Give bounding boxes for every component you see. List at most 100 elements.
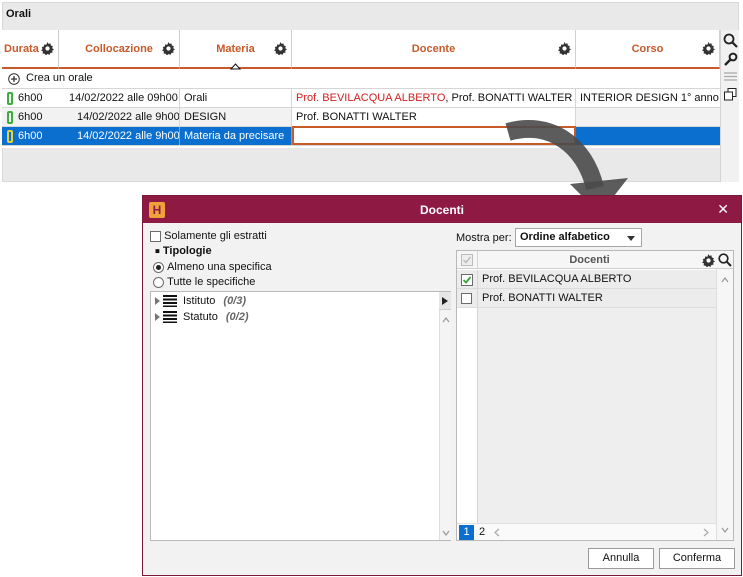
radio-button[interactable]	[153, 276, 164, 288]
scroll-up-icon[interactable]	[442, 317, 450, 323]
cell-corso: INTERIOR DESIGN 1° anno	[580, 92, 719, 104]
tree-item-count: (0/2)	[225, 311, 249, 323]
right-toolbar	[720, 30, 739, 182]
expand-arrow-icon[interactable]	[155, 313, 160, 322]
category-list-icon	[163, 295, 177, 308]
column-label: Collocazione	[85, 42, 153, 55]
checkbox-unchecked[interactable]	[461, 293, 472, 304]
column-header-docente[interactable]: Docente	[292, 30, 576, 69]
docente-name-other: , Prof. BONATTI WALTER	[445, 92, 573, 104]
sort-order-select[interactable]: Ordine alfabetico	[515, 228, 642, 247]
scroll-down-icon[interactable]	[721, 527, 729, 533]
gear-icon[interactable]	[41, 42, 54, 55]
scroll-right-icon[interactable]	[703, 528, 709, 537]
list-item[interactable]: Prof. BONATTI WALTER	[457, 289, 716, 308]
scroll-down-icon[interactable]	[442, 530, 450, 536]
checkbox-box[interactable]	[150, 230, 161, 242]
typology-tree: Istituto (0/3) Statuto (0/2)	[150, 291, 451, 541]
docenti-list: Docenti Prof. BEVILACQUA ALBERTO Prof. B…	[456, 250, 734, 541]
play-right-icon	[442, 297, 448, 305]
list-item-label: Prof. BONATTI WALTER	[477, 289, 716, 307]
show-by-label: Mostra per:	[456, 232, 512, 244]
confirm-button[interactable]: Conferma	[659, 548, 735, 569]
add-circle-icon[interactable]	[8, 73, 20, 85]
radio-almeno-una[interactable]: Almeno una specifica	[153, 261, 272, 273]
column-header-collocazione[interactable]: Collocazione	[59, 30, 180, 69]
tree-item-istituto[interactable]: Istituto (0/3)	[155, 293, 246, 309]
list-item-label: Prof. BEVILACQUA ALBERTO	[477, 270, 716, 288]
tree-item-count: (0/3)	[223, 295, 247, 307]
gear-icon[interactable]	[162, 42, 175, 55]
radio-button[interactable]	[153, 261, 164, 273]
gear-icon[interactable]	[274, 42, 287, 55]
list-header-label[interactable]: Docenti	[477, 251, 701, 269]
scroll-up-icon[interactable]	[721, 277, 729, 283]
only-extracted-checkbox[interactable]: Solamente gli estratti	[150, 230, 267, 242]
cell-durata: 6h00	[18, 92, 43, 104]
list-item[interactable]: Prof. BEVILACQUA ALBERTO	[457, 270, 716, 289]
column-label: Durata	[4, 42, 39, 55]
expand-panel-button[interactable]	[439, 292, 451, 310]
cell-docente: Prof. BEVILACQUA ALBERTO, Prof. BONATTI …	[292, 89, 576, 107]
cell-collocazione: 14/02/2022 alle 09h00	[59, 89, 180, 107]
checkbox-checked-icon[interactable]	[461, 274, 473, 286]
select-all-checkbox-icon[interactable]	[461, 254, 473, 266]
tree-item-statuto[interactable]: Statuto (0/2)	[155, 309, 248, 325]
dropdown-arrow-icon	[627, 236, 635, 241]
table-row[interactable]: 6h00 14/02/2022 alle 09h00 Orali Prof. B…	[2, 89, 720, 108]
create-orale-label: Crea un orale	[26, 72, 93, 84]
close-icon[interactable]: ✕	[717, 201, 729, 218]
list-scrollbar[interactable]	[716, 269, 733, 540]
list-header: Docenti	[457, 251, 733, 269]
column-header-durata[interactable]: Durata	[2, 30, 59, 69]
panel-title: Orali	[6, 8, 32, 20]
gear-icon[interactable]	[702, 42, 715, 55]
docente-name-highlighted: Prof. BEVILACQUA ALBERTO	[296, 92, 446, 104]
list-icon[interactable]	[724, 71, 737, 82]
bullet-icon: ■	[155, 246, 160, 256]
dialog-title: Docenti	[419, 203, 464, 217]
gear-icon[interactable]	[558, 42, 571, 55]
status-indicator-icon	[7, 111, 13, 124]
cell-durata: 6h00	[18, 130, 43, 142]
pagination: 1 2	[457, 523, 716, 540]
column-label: Docente	[411, 42, 456, 55]
cancel-button[interactable]: Annulla	[588, 548, 654, 569]
scroll-left-icon[interactable]	[494, 528, 500, 537]
tree-scrollbar[interactable]	[439, 292, 451, 540]
list-empty-area	[477, 308, 716, 523]
tree-item-label: Istituto	[183, 295, 216, 307]
status-indicator-icon	[7, 92, 13, 105]
expand-arrow-icon[interactable]	[155, 297, 160, 306]
column-label: Materia	[216, 42, 255, 55]
wrench-icon[interactable]	[723, 52, 738, 67]
cell-materia: DESIGN	[180, 108, 292, 126]
cell-collocazione: 14/02/2022 alle 9h00	[59, 127, 180, 145]
status-indicator-icon	[7, 130, 13, 143]
radio-label: Almeno una specifica	[167, 261, 272, 274]
search-icon[interactable]	[723, 33, 738, 48]
page-button-active[interactable]: 1	[459, 525, 474, 540]
column-header-materia[interactable]: Materia	[180, 30, 292, 70]
gear-icon[interactable]	[702, 254, 715, 267]
typologies-heading: ■ Tipologie	[155, 245, 212, 257]
column-header-corso[interactable]: Corso	[576, 30, 720, 69]
radio-tutte-le[interactable]: Tutte le specifiche	[153, 276, 255, 288]
copy-icon[interactable]	[724, 88, 737, 101]
cell-collocazione: 14/02/2022 alle 9h00	[59, 108, 180, 126]
dialog-title-bar: H Docenti ✕	[143, 196, 741, 223]
radio-label: Tutte le specifiche	[167, 276, 256, 289]
sort-order-value: Ordine alfabetico	[520, 231, 610, 243]
docenti-dialog: H Docenti ✕ Solamente gli estratti ■ Tip…	[142, 195, 742, 576]
cell-durata: 6h00	[18, 111, 43, 123]
typologies-label: Tipologie	[162, 245, 212, 257]
column-label: Corso	[631, 42, 664, 55]
search-icon[interactable]	[718, 253, 732, 267]
only-extracted-label: Solamente gli estratti	[164, 230, 267, 243]
create-orale-row[interactable]: Crea un orale	[2, 70, 720, 89]
cell-materia: Orali	[180, 89, 292, 107]
page-button[interactable]: 2	[476, 525, 488, 540]
tree-item-label: Statuto	[183, 311, 218, 323]
sort-caret-icon	[230, 63, 241, 70]
category-list-icon	[163, 311, 177, 324]
